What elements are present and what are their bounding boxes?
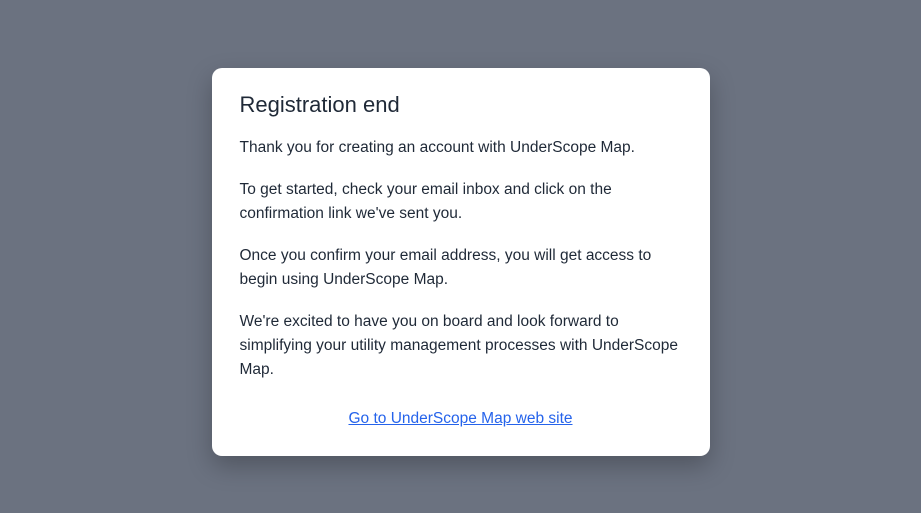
link-container: Go to UnderScope Map web site	[240, 410, 682, 428]
dialog-paragraph: Thank you for creating an account with U…	[240, 136, 682, 160]
dialog-paragraph: We're excited to have you on board and l…	[240, 310, 682, 382]
go-to-website-link[interactable]: Go to UnderScope Map web site	[348, 410, 572, 427]
registration-end-dialog: Registration end Thank you for creating …	[212, 68, 710, 456]
dialog-paragraph: Once you confirm your email address, you…	[240, 244, 682, 292]
dialog-paragraph: To get started, check your email inbox a…	[240, 178, 682, 226]
dialog-title: Registration end	[240, 92, 682, 118]
